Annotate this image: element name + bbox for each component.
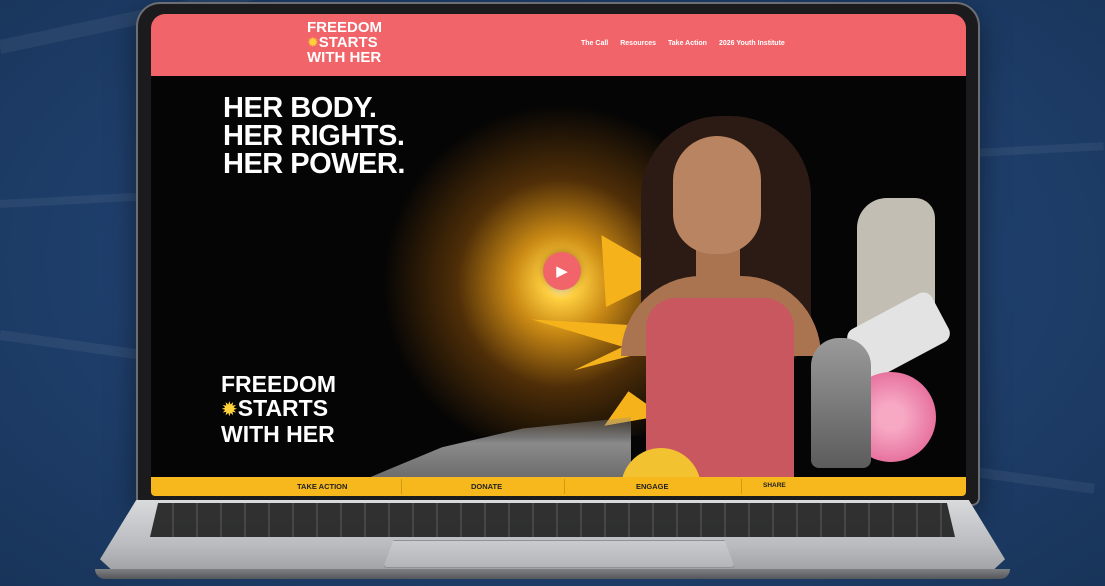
raised-fist-image: [811, 338, 871, 468]
laptop-base-edge: [95, 569, 1010, 579]
play-icon: ▶: [556, 263, 568, 280]
site-logo[interactable]: FREEDOM ✹STARTS WITH HER: [307, 20, 382, 65]
logo-line-1: FREEDOM: [307, 19, 382, 36]
headline-line-3: HER POWER.: [223, 148, 405, 180]
trackpad: [383, 540, 735, 568]
divider: [401, 479, 402, 494]
starburst-icon: ✹: [307, 34, 319, 50]
logo-line-3: WITH HER: [307, 49, 382, 66]
hero-headline: HER BODY. HER RIGHTS. HER POWER.: [223, 92, 405, 180]
laptop-screen: FREEDOM ✹STARTS WITH HER The Call Resour…: [151, 14, 966, 496]
nav-item-take-action[interactable]: Take Action: [668, 40, 707, 47]
divider: [564, 479, 565, 494]
starburst-icon: ✹: [221, 399, 238, 421]
divider: [741, 479, 742, 494]
keyboard: [150, 503, 955, 537]
action-bar: TAKE ACTION DONATE ENGAGE SHARE: [151, 477, 966, 496]
engage-link[interactable]: ENGAGE: [636, 482, 669, 491]
nav-item-youth-institute[interactable]: 2026 Youth Institute: [719, 40, 785, 47]
play-video-button[interactable]: ▶: [543, 252, 581, 290]
take-action-link[interactable]: TAKE ACTION: [297, 482, 347, 491]
share-link[interactable]: SHARE: [763, 482, 786, 489]
hero-logo-line-1: FREEDOM: [221, 371, 336, 397]
main-nav: The Call Resources Take Action 2026 Yout…: [581, 40, 785, 47]
woman-face: [673, 136, 761, 254]
nav-item-resources[interactable]: Resources: [620, 40, 656, 47]
hero-section: HER BODY. HER RIGHTS. HER POWER. ▶ FREED…: [151, 76, 966, 477]
hero-logo-line-2: STARTS: [237, 395, 329, 421]
site-header: FREEDOM ✹STARTS WITH HER The Call Resour…: [151, 14, 966, 76]
donate-link[interactable]: DONATE: [471, 482, 502, 491]
hero-logo: FREEDOM ✹STARTS WITH HER: [221, 372, 336, 446]
headline-line-2: HER RIGHTS.: [223, 120, 405, 152]
hero-logo-line-3: WITH HER: [221, 421, 335, 447]
headline-line-1: HER BODY.: [223, 92, 377, 124]
nav-item-the-call[interactable]: The Call: [581, 40, 608, 47]
